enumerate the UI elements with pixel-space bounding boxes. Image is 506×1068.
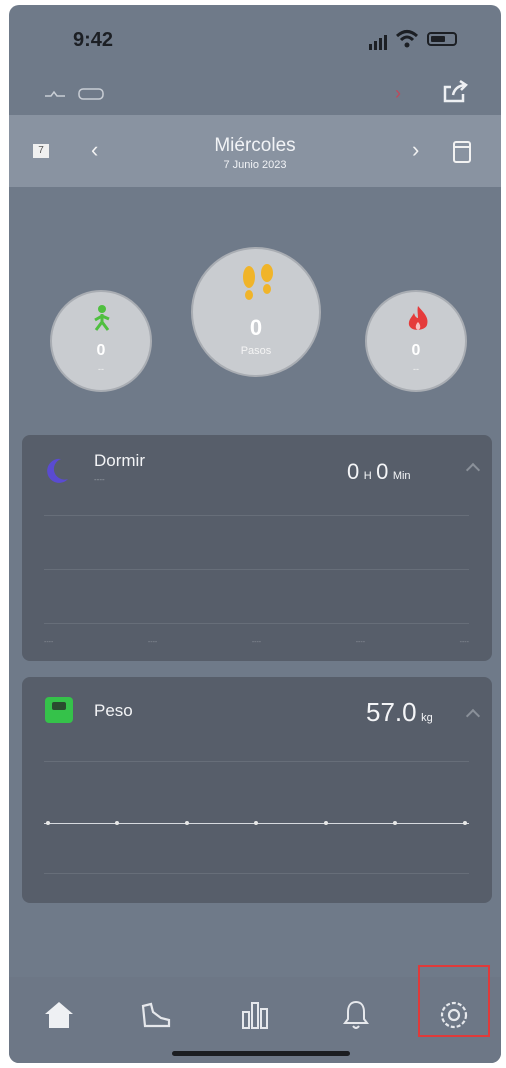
device-battery-icon (45, 88, 104, 100)
battery-icon (427, 32, 457, 46)
weight-value: 57.0 (366, 697, 417, 727)
shoe-icon (141, 1002, 171, 1028)
moon-icon (47, 458, 68, 483)
tab-statistics[interactable] (235, 995, 275, 1035)
tab-notifications[interactable] (336, 995, 376, 1035)
next-day-button[interactable]: › (412, 137, 419, 163)
walking-icon (94, 305, 110, 331)
chevron-up-icon[interactable] (465, 462, 481, 478)
settings-highlight-box (418, 965, 490, 1037)
footprints-icon (243, 264, 273, 300)
date-label: 7 Junio 2023 (223, 159, 287, 171)
status-bar: 9:42 (9, 5, 501, 75)
scale-icon (45, 697, 73, 723)
weight-unit: kg (421, 712, 433, 724)
sleep-card[interactable]: Dormir ---- 0 H 0 Min ---- ---- ---- ---- --… (22, 435, 492, 661)
weight-point (254, 821, 258, 825)
weight-point (463, 821, 467, 825)
bluetooth-status-icon: › (395, 83, 401, 103)
tab-activity[interactable] (136, 995, 176, 1035)
top-bar: › (9, 75, 501, 115)
circle-walking[interactable]: 0 -- (50, 290, 152, 392)
cellular-signal-icon (369, 35, 387, 50)
fire-icon (408, 306, 428, 330)
phone-screen: 9:42 › 7 ‹ Miércoles 7 Junio 2023 › 0 --… (9, 5, 501, 1063)
home-icon (45, 1002, 73, 1028)
grid-line (44, 761, 469, 762)
sleep-duration: 0 H 0 Min (347, 459, 411, 484)
weight-point (324, 821, 328, 825)
bell-icon (343, 1000, 369, 1029)
walking-label: -- (98, 364, 104, 374)
circle-calories[interactable]: 0 -- (365, 290, 467, 392)
walking-value: 0 (96, 342, 106, 359)
grid-line (44, 569, 469, 570)
weight-value-group: 57.0 kg (366, 697, 433, 728)
clock: 9:42 (73, 29, 114, 51)
weight-point (393, 821, 397, 825)
weight-card[interactable]: Peso 57.0 kg (22, 677, 492, 903)
weight-point (185, 821, 189, 825)
weight-point (46, 821, 50, 825)
steps-value: 0 (249, 315, 263, 340)
share-icon[interactable] (441, 79, 469, 105)
grid-line (44, 873, 469, 874)
calories-label: -- (413, 364, 419, 374)
date-navigation: 7 ‹ Miércoles 7 Junio 2023 › (9, 115, 501, 187)
sleep-subtitle: ---- (94, 475, 105, 484)
circle-steps[interactable]: 0 Pasos (191, 247, 321, 377)
steps-label: Pasos (240, 345, 272, 357)
weight-point (115, 821, 119, 825)
grid-line (44, 623, 469, 624)
home-indicator (172, 1051, 350, 1056)
calories-value: 0 (411, 342, 421, 359)
wifi-icon (395, 30, 419, 48)
sleep-title: Dormir (94, 451, 145, 470)
sleep-time-axis: ---- ---- ---- ---- ---- (44, 639, 469, 646)
chevron-up-icon[interactable] (465, 708, 481, 724)
weekday-label: Miércoles (214, 135, 296, 156)
grid-line (44, 515, 469, 516)
calendar-icon[interactable] (453, 141, 471, 163)
weight-title: Peso (94, 701, 133, 720)
bar-chart-icon (242, 1002, 268, 1029)
tab-home[interactable] (39, 995, 79, 1035)
